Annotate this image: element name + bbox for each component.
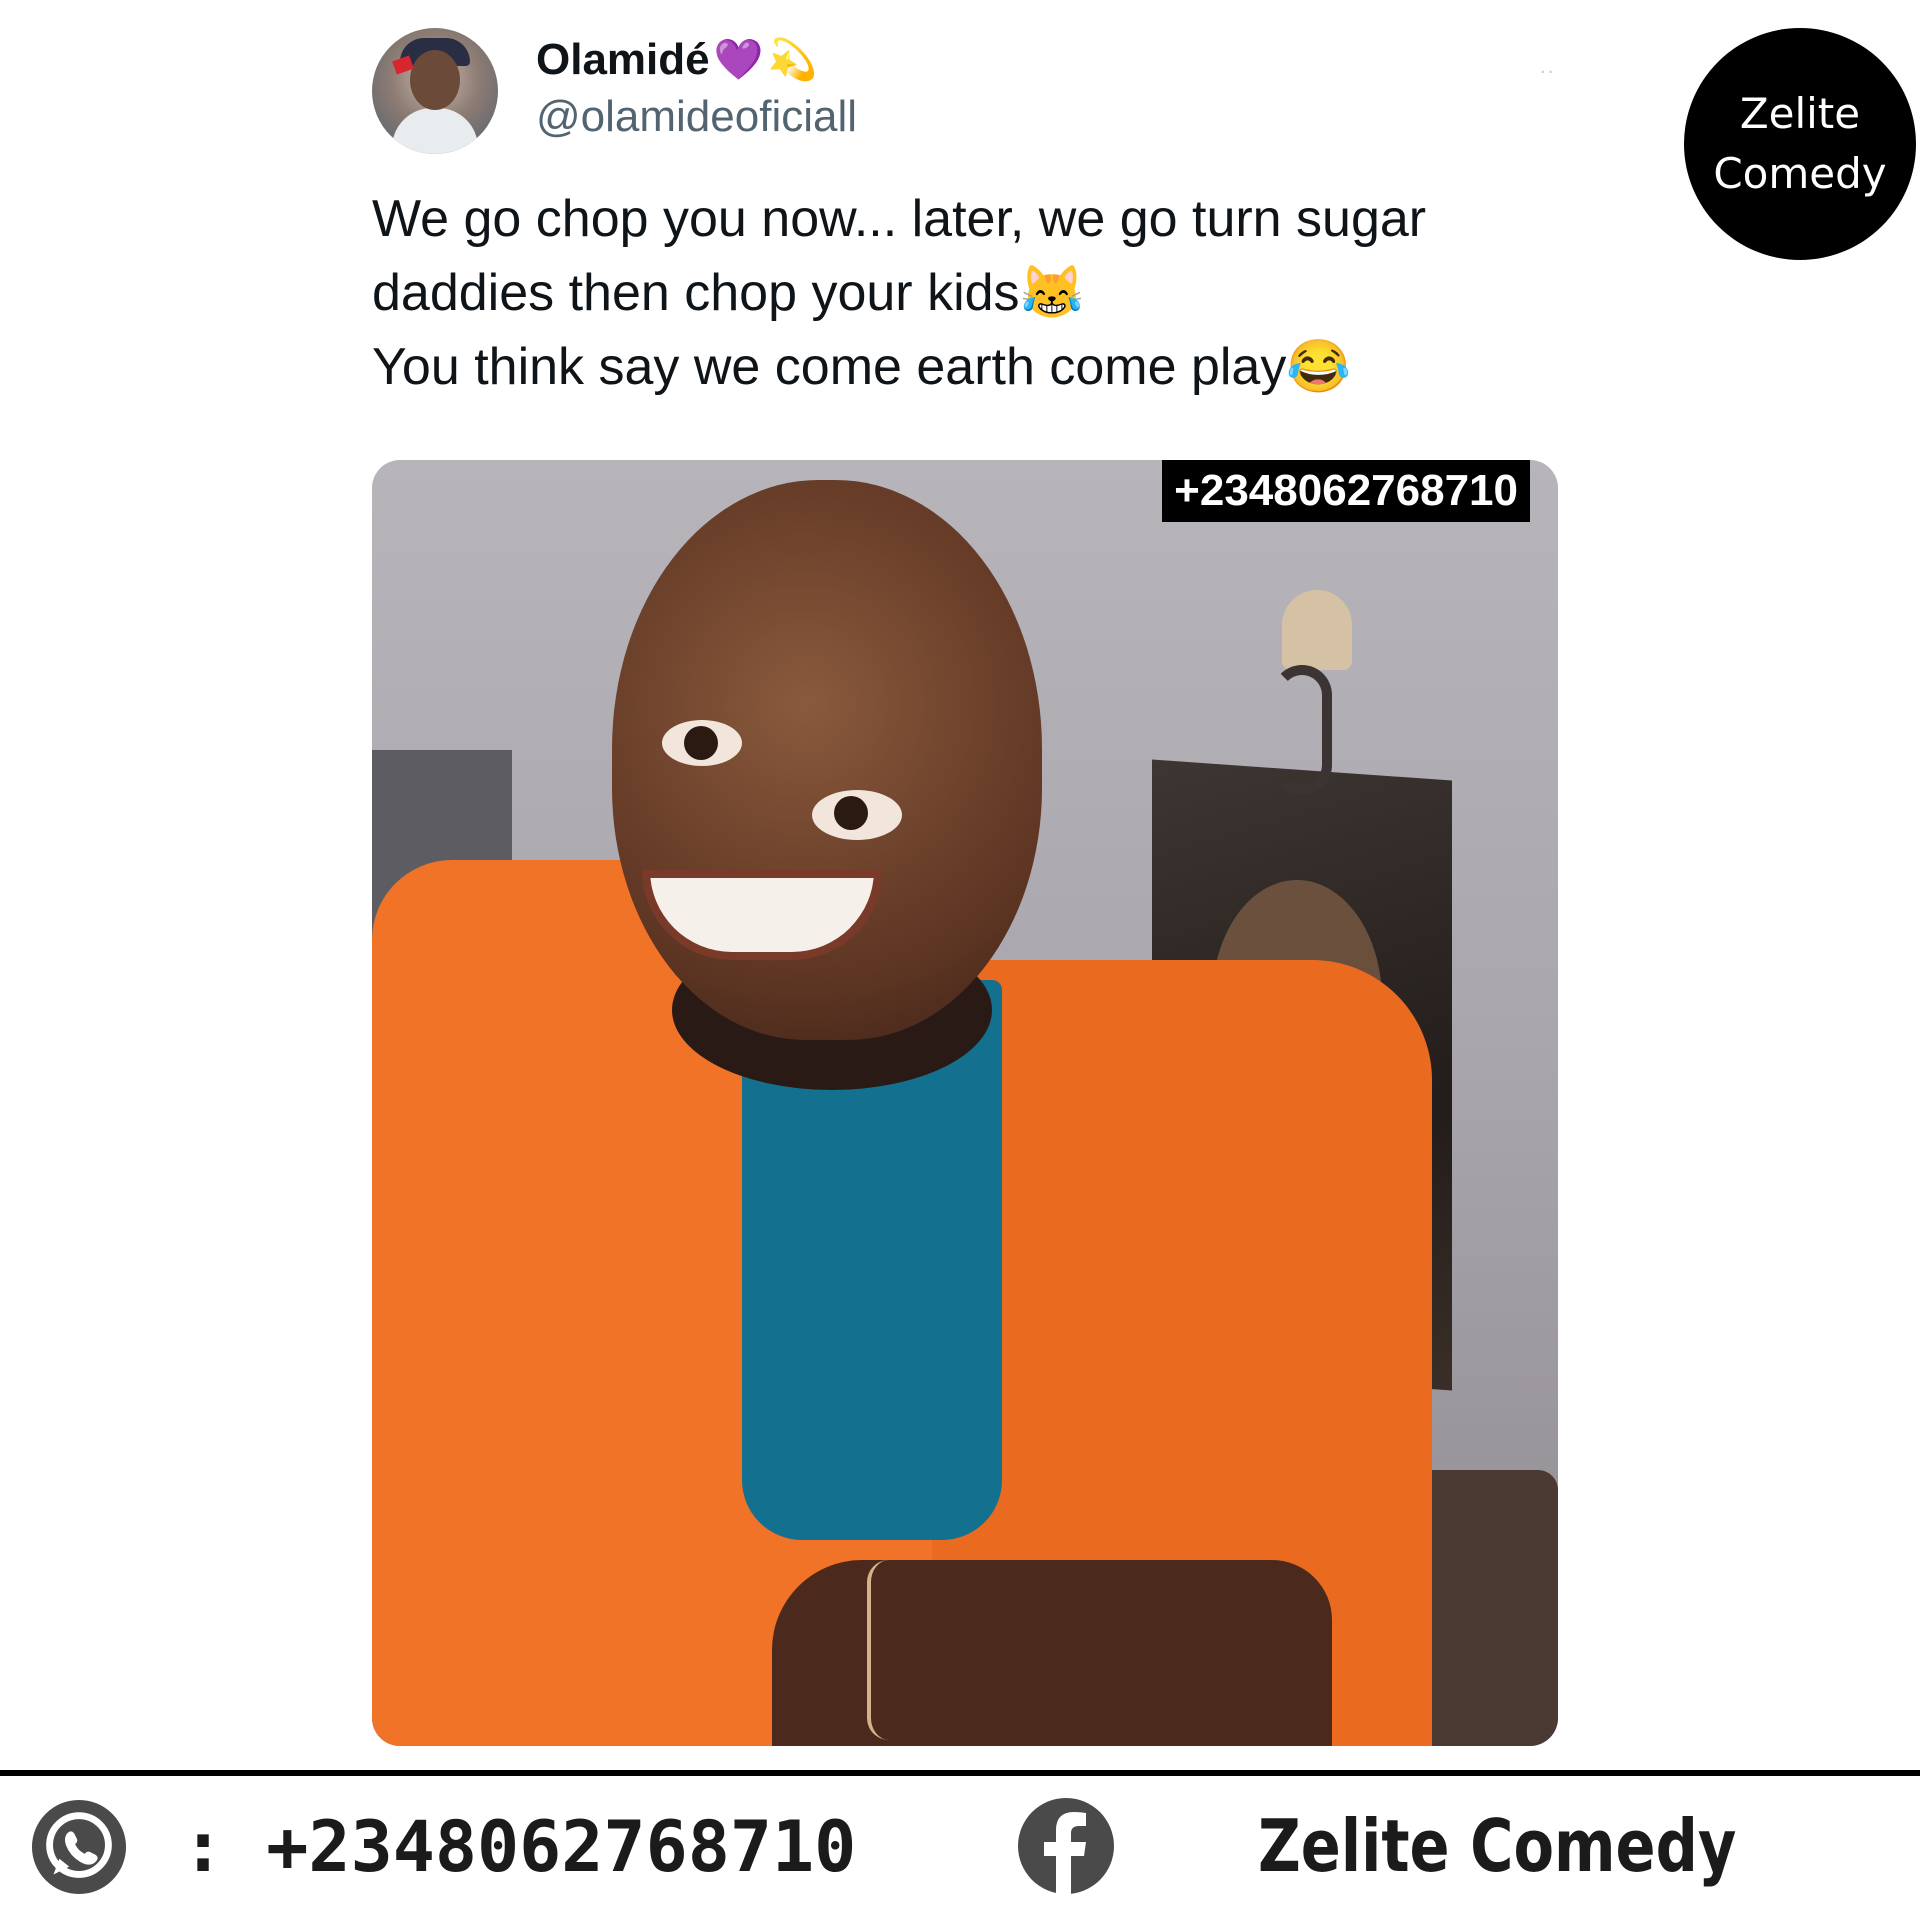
whatsapp-number: : +2348062768710 xyxy=(182,1806,857,1888)
avatar-shirt xyxy=(392,108,478,154)
photo-eye xyxy=(812,790,902,840)
photo-bracelet xyxy=(867,1560,911,1740)
dizzy-emoji: 💫 xyxy=(767,37,818,83)
photo-hand xyxy=(772,1560,1332,1746)
tweet-line: daddies then chop your kids😹 xyxy=(372,264,1085,322)
tweet-screenshot: Olamidé 💜 💫 @olamideoficiall ·· We go ch… xyxy=(0,0,1920,1770)
tweet-text: We go chop you now... later, we go turn … xyxy=(372,182,1572,404)
tweet-line: We go chop you now... later, we go turn … xyxy=(372,190,1427,248)
photo-lamp-shade xyxy=(1282,590,1352,670)
more-options-icon[interactable]: ·· xyxy=(1540,62,1555,83)
zelite-comedy-badge: Zelite Comedy xyxy=(1684,28,1916,260)
photo-eye xyxy=(662,720,742,766)
facebook-page-name: Zelite Comedy xyxy=(1258,1804,1737,1888)
tweet-line: You think say we come earth come play😂 xyxy=(372,338,1352,396)
author-handle[interactable]: @olamideoficiall xyxy=(536,92,857,142)
author-name[interactable]: Olamidé xyxy=(536,35,710,85)
badge-line: Zelite xyxy=(1739,89,1861,138)
facebook-icon[interactable] xyxy=(1016,1796,1116,1896)
photo-lamp-arm xyxy=(1272,665,1332,795)
purple-heart-emoji: 💜 xyxy=(713,37,764,83)
author-name-row: Olamidé 💜 💫 xyxy=(536,30,817,90)
author-avatar[interactable] xyxy=(372,28,498,154)
avatar-face xyxy=(410,50,460,110)
badge-line: Comedy xyxy=(1713,149,1887,198)
tweet-photo[interactable]: +2348062768710 xyxy=(372,460,1558,1746)
whatsapp-icon[interactable] xyxy=(30,1798,128,1896)
footer-bar: : +2348062768710 Zelite Comedy xyxy=(0,1776,1920,1920)
photo-watermark-phone: +2348062768710 xyxy=(1162,460,1530,522)
